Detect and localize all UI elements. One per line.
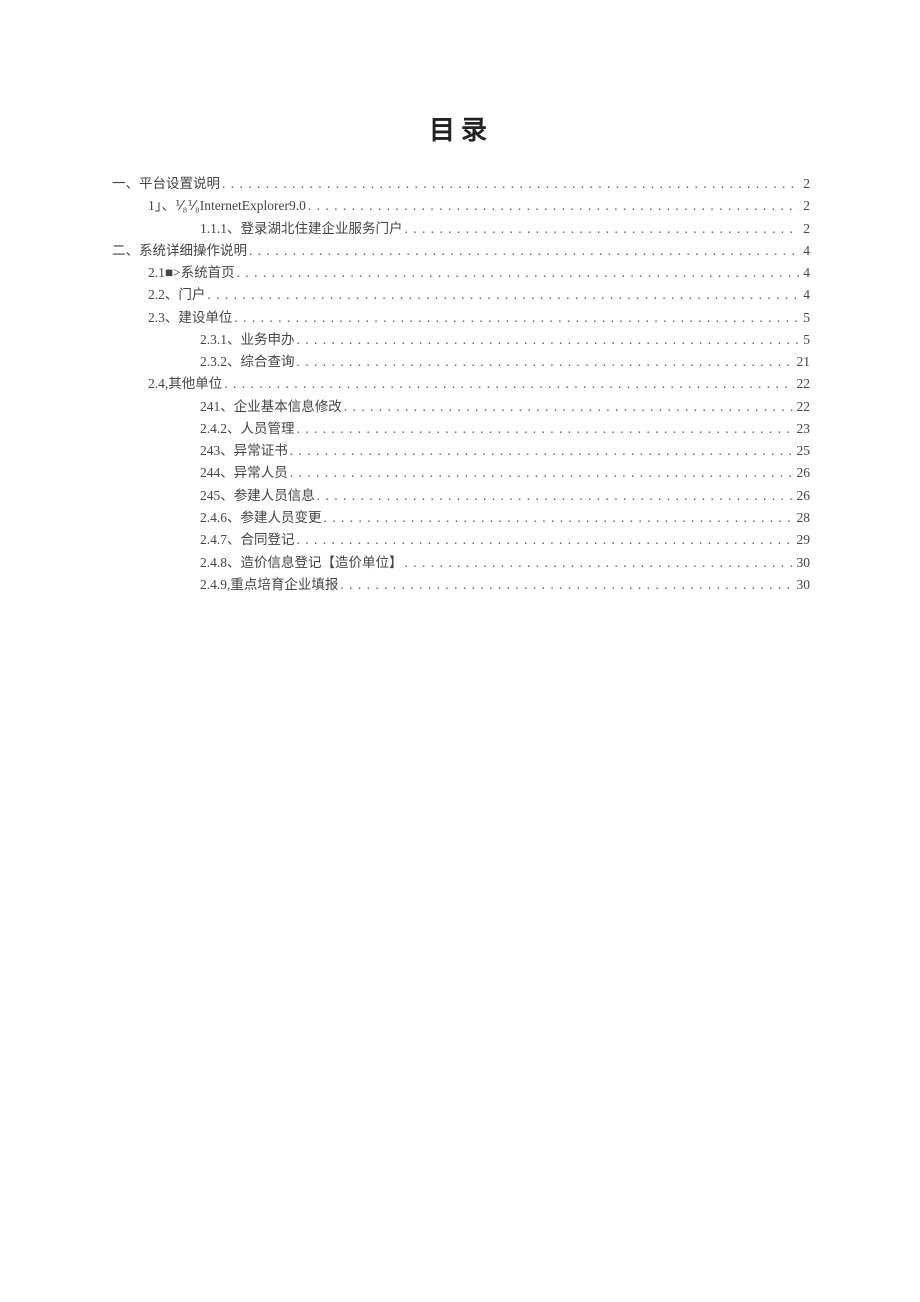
toc-entry-label: 2.3、建设单位 (148, 307, 232, 329)
toc-entry: 2.3.1、业务申办 5 (112, 329, 810, 351)
toc-leader-dots (290, 462, 793, 484)
toc-entry-label: 一、平台设置说明 (112, 173, 220, 195)
toc-entry: 2.4.7、合同登记 29 (112, 529, 810, 551)
toc-entry: 2.3.2、综合查询 21 (112, 351, 810, 373)
toc-leader-dots (234, 307, 799, 329)
toc-entry: 243、异常证书 25 (112, 440, 810, 462)
toc-leader-dots (207, 284, 799, 306)
toc-entry-page: 2 (801, 218, 810, 240)
toc-entry: 2.4.2、人员管理 23 (112, 418, 810, 440)
toc-entry: 1」、⅟₈⅟₈InternetExplorer9.0 2 (112, 195, 810, 217)
toc-leader-dots (290, 440, 793, 462)
toc-entry: 1.1.1、登录湖北住建企业服务门户 2 (112, 218, 810, 240)
document-page: 目录 一、平台设置说明21」、⅟₈⅟₈InternetExplorer9.021… (0, 0, 920, 596)
toc-leader-dots (297, 351, 793, 373)
toc-entry: 2.4,其他单位 22 (112, 373, 810, 395)
toc-title: 目录 (112, 110, 810, 147)
toc-entry-label: 1.1.1、登录湖北住建企业服务门户 (200, 218, 403, 240)
toc-entry-label: 243、异常证书 (200, 440, 288, 462)
toc-entry: 2.1■>系统首页 4 (112, 262, 810, 284)
toc-entry-label: 2.2、门户 (148, 284, 205, 306)
toc-entry-label: 241、企业基本信息修改 (200, 396, 342, 418)
toc-entry-page: 22 (795, 396, 811, 418)
toc-leader-dots (297, 418, 793, 440)
toc-entry-page: 2 (801, 195, 810, 217)
toc-entry-page: 26 (795, 462, 811, 484)
toc-entry-label: 1」、⅟₈⅟₈InternetExplorer9.0 (148, 195, 306, 217)
toc-entry-page: 30 (795, 574, 811, 596)
toc-list: 一、平台设置说明21」、⅟₈⅟₈InternetExplorer9.021.1.… (112, 173, 810, 596)
toc-entry-page: 4 (801, 284, 810, 306)
toc-entry: 2.4.6、参建人员变更 28 (112, 507, 810, 529)
toc-entry-page: 21 (795, 351, 811, 373)
toc-leader-dots (340, 574, 792, 596)
toc-entry-page: 2 (801, 173, 810, 195)
toc-leader-dots (405, 552, 793, 574)
toc-entry-label: 2.4.8、造价信息登记【造价单位】 (200, 552, 403, 574)
toc-entry-page: 4 (801, 262, 810, 284)
toc-entry-page: 5 (801, 329, 810, 351)
toc-leader-dots (297, 329, 800, 351)
toc-entry-label: 2.4,其他单位 (148, 373, 222, 395)
toc-leader-dots (324, 507, 793, 529)
toc-leader-dots (224, 373, 792, 395)
toc-entry: 245、参建人员信息 26 (112, 485, 810, 507)
toc-entry-page: 25 (795, 440, 811, 462)
toc-entry-label: 244、异常人员 (200, 462, 288, 484)
toc-entry: 2.4.9,重点培育企业填报 30 (112, 574, 810, 596)
toc-entry-page: 28 (795, 507, 811, 529)
toc-entry-label: 245、参建人员信息 (200, 485, 315, 507)
toc-entry: 241、企业基本信息修改 22 (112, 396, 810, 418)
toc-leader-dots (297, 529, 793, 551)
toc-leader-dots (237, 262, 800, 284)
toc-leader-dots (222, 173, 799, 195)
toc-entry-label: 2.3.1、业务申办 (200, 329, 295, 351)
toc-entry-label: 2.4.6、参建人员变更 (200, 507, 322, 529)
toc-leader-dots (405, 218, 800, 240)
toc-leader-dots (308, 195, 799, 217)
toc-entry: 2.3、建设单位 5 (112, 307, 810, 329)
toc-leader-dots (344, 396, 793, 418)
toc-entry: 一、平台设置说明 2 (112, 173, 810, 195)
toc-leader-dots (249, 240, 799, 262)
toc-entry: 244、异常人员 26 (112, 462, 810, 484)
toc-entry-label: 二、系统详细操作说明 (112, 240, 247, 262)
toc-entry-page: 29 (795, 529, 811, 551)
toc-entry-label: 2.4.9,重点培育企业填报 (200, 574, 338, 596)
toc-entry-label: 2.3.2、综合查询 (200, 351, 295, 373)
toc-entry: 2.4.8、造价信息登记【造价单位】 30 (112, 552, 810, 574)
toc-entry-label: 2.4.7、合同登记 (200, 529, 295, 551)
toc-entry-page: 22 (795, 373, 811, 395)
toc-entry-page: 5 (801, 307, 810, 329)
toc-entry: 2.2、门户 4 (112, 284, 810, 306)
toc-entry-label: 2.1■>系统首页 (148, 262, 235, 284)
toc-entry-page: 23 (795, 418, 811, 440)
toc-leader-dots (317, 485, 793, 507)
toc-entry-label: 2.4.2、人员管理 (200, 418, 295, 440)
toc-entry-page: 4 (801, 240, 810, 262)
toc-entry: 二、系统详细操作说明 4 (112, 240, 810, 262)
toc-entry-page: 30 (795, 552, 811, 574)
toc-entry-page: 26 (795, 485, 811, 507)
